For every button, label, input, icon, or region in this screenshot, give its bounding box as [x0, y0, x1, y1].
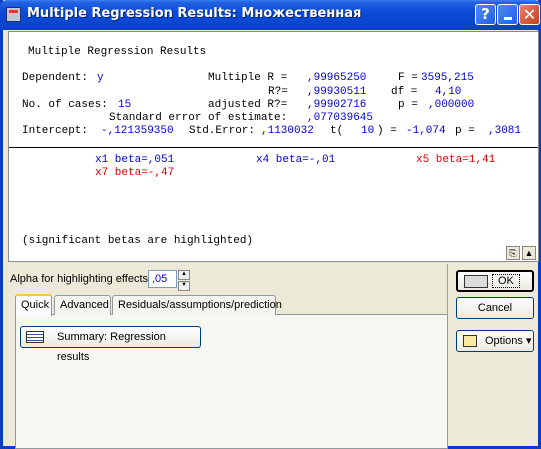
tab-residuals[interactable]: Residuals/assumptions/prediction [112, 295, 282, 315]
f-label: F = [398, 72, 418, 84]
spin-down-icon[interactable]: ▼ [178, 281, 190, 291]
t-df: 10 [361, 125, 375, 137]
minimize-icon [503, 17, 512, 20]
ok-icon [464, 275, 488, 288]
beta-x1: x1 beta=,051 [95, 154, 175, 166]
ok-button[interactable]: OK [456, 270, 534, 292]
t-value: -1,074 [406, 125, 446, 137]
p2-label: p = [455, 125, 475, 137]
multiple-r-value: ,99965250 [307, 72, 367, 84]
std-err-estimate-value: ,077039645 [307, 112, 374, 124]
intercept-value: -,121359350 [101, 125, 174, 137]
beta-x7: x7 beta=-,47 [95, 167, 175, 179]
p2-value: ,3081 [488, 125, 522, 137]
options-label: Options ▾ [485, 335, 532, 347]
std-error-label: Std.Error: [189, 125, 256, 137]
t-eq: ) = [377, 125, 397, 137]
alpha-label: Alpha for highlighting effects: [10, 273, 152, 285]
dependent-label: Dependent: [22, 72, 89, 84]
adjusted-r2-label: adjusted R?= [208, 99, 288, 111]
help-button[interactable]: ? [475, 4, 496, 25]
minimize-button[interactable] [497, 4, 518, 25]
tab-quick[interactable]: Quick [15, 294, 52, 316]
multiple-r-label: Multiple R = [208, 72, 288, 84]
spin-up-icon[interactable]: ▲ [178, 270, 190, 280]
p-value: ,000000 [428, 99, 475, 111]
scroll-up-icon[interactable]: ▲ [522, 246, 536, 260]
report-heading: Multiple Regression Results [28, 46, 207, 58]
cases-label: No. of cases: [22, 99, 108, 111]
cancel-button[interactable]: Cancel [456, 297, 534, 319]
df-value: 4,10 [435, 86, 462, 98]
cases-value: 15 [118, 99, 132, 111]
title-bar[interactable]: Multiple Regression Results: Множественн… [0, 0, 541, 30]
df-label: df = [391, 86, 418, 98]
footnote: (significant betas are highlighted) [22, 235, 254, 247]
dependent-value: y [97, 72, 104, 84]
f-value: 3595,215 [421, 72, 474, 84]
options-button[interactable]: Options ▾ [456, 330, 534, 352]
results-window: Multiple Regression Results: Множественн… [0, 0, 541, 449]
std-error-value: ,1130032 [261, 125, 314, 137]
copy-icon[interactable]: ⎘ [506, 246, 520, 260]
std-err-estimate-label: Standard error of estimate: [109, 112, 288, 124]
close-button[interactable]: ✕ [519, 4, 540, 25]
ok-label: OK [492, 274, 520, 288]
results-report: Multiple Regression Results Dependent: y… [8, 31, 539, 262]
tab-advanced[interactable]: Advanced [54, 295, 111, 315]
adjusted-r2-value: ,99902716 [307, 99, 367, 111]
window-title: Multiple Regression Results: Множественн… [27, 6, 362, 21]
alpha-spinner[interactable]: ▲ ▼ [178, 270, 190, 291]
r2-label: R?= [268, 86, 288, 98]
app-icon [6, 7, 21, 22]
summary-regression-button[interactable]: Summary: Regression results [20, 326, 201, 363]
alpha-input[interactable]: ,05 [148, 270, 177, 288]
intercept-label: Intercept: [22, 125, 89, 137]
beta-x5: x5 beta=1,41 [416, 154, 496, 166]
options-icon [463, 335, 477, 347]
report-separator [9, 147, 538, 148]
r2-value: ,99930511 [307, 86, 367, 98]
table-icon [26, 331, 44, 343]
beta-x4: x4 beta=-,01 [256, 154, 336, 166]
p-label: p = [398, 99, 418, 111]
t-label: t( [330, 125, 344, 137]
